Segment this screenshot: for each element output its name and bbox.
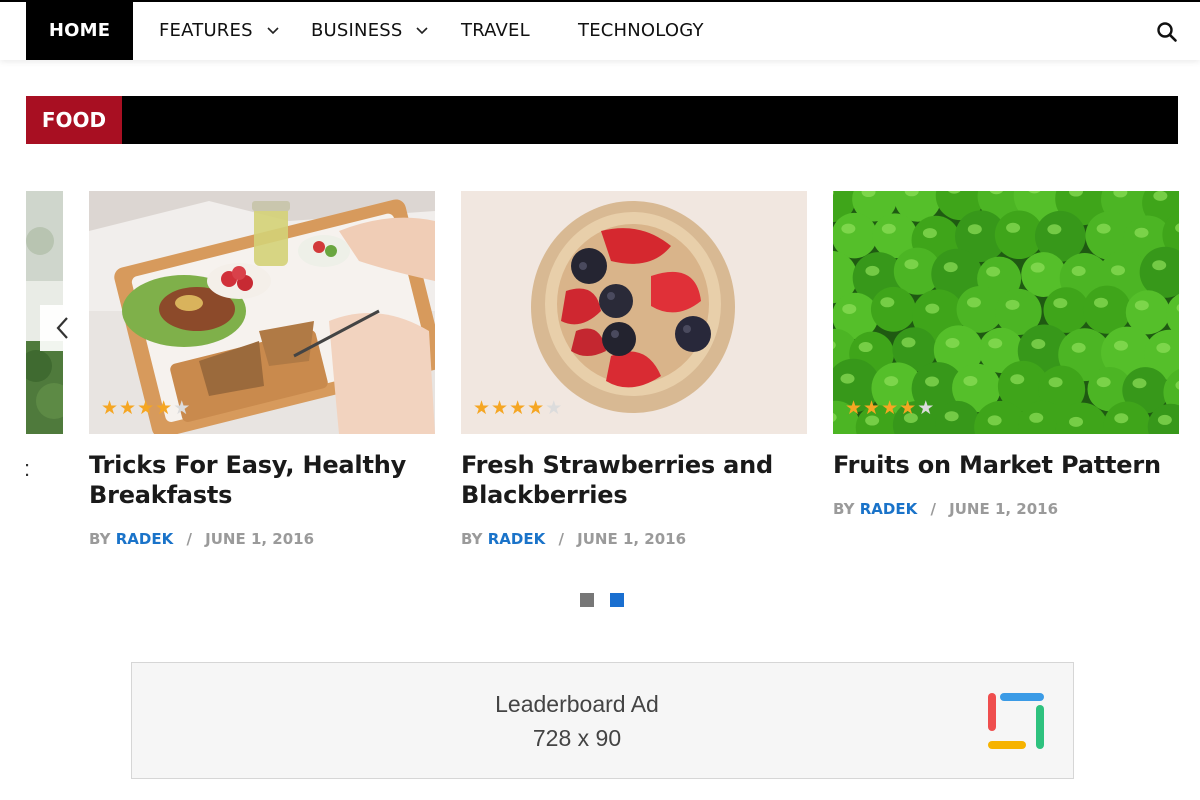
article-meta: BY RADEK / JUNE 1, 2016 (461, 530, 807, 548)
article-thumbnail[interactable]: ★★★★★ (833, 191, 1179, 434)
author-link[interactable]: RADEK (860, 500, 917, 518)
nav-item-label: TRAVEL (461, 20, 530, 41)
nav-item-technology[interactable]: TECHNOLOGY (578, 2, 704, 60)
chevron-down-icon (267, 27, 279, 35)
nav-item-label: FEATURES (159, 20, 253, 41)
star-icon: ★ (473, 398, 492, 419)
byline-prefix: BY (89, 530, 111, 548)
star-icon: ★ (845, 398, 864, 419)
star-icon: ★ (173, 398, 192, 419)
carousel-dot-1[interactable] (580, 593, 594, 607)
rating-stars: ★★★★★ (473, 397, 563, 420)
star-icon: ★ (863, 398, 882, 419)
nav-item-label: HOME (48, 20, 111, 41)
star-icon: ★ (101, 398, 120, 419)
star-icon: ★ (899, 398, 918, 419)
ad-logo-icon (988, 693, 1044, 749)
star-icon: ★ (137, 398, 156, 419)
partial-card-title: : (24, 456, 31, 481)
rating-stars: ★★★★★ (845, 397, 935, 420)
byline-prefix: BY (461, 530, 483, 548)
main-navigation: HOME FEATURES BUSINESS TRAVEL TECHNOLOGY (0, 0, 1200, 60)
search-icon[interactable] (1156, 21, 1178, 43)
star-icon: ★ (509, 398, 528, 419)
nav-item-features[interactable]: FEATURES (159, 2, 279, 60)
article-title[interactable]: Tricks For Easy, Healthy Breakfasts (89, 450, 435, 510)
post-date: JUNE 1, 2016 (205, 530, 315, 548)
article-thumbnail[interactable]: ★★★★★ (89, 191, 435, 434)
star-icon: ★ (881, 398, 900, 419)
star-icon: ★ (491, 398, 510, 419)
section-label[interactable]: FOOD (26, 96, 122, 144)
star-icon: ★ (545, 398, 564, 419)
star-icon: ★ (119, 398, 138, 419)
author-link[interactable]: RADEK (116, 530, 173, 548)
article-card: ★★★★★ Fruits on Market Pattern BY RADEK … (833, 191, 1179, 518)
carousel-dot-2[interactable] (610, 593, 624, 607)
nav-item-label: BUSINESS (311, 20, 403, 41)
nav-item-label: TECHNOLOGY (578, 20, 704, 41)
chevron-left-icon (56, 317, 68, 339)
meta-separator: / (558, 530, 564, 548)
post-date: JUNE 1, 2016 (949, 500, 1059, 518)
star-icon: ★ (527, 398, 546, 419)
meta-separator: / (930, 500, 936, 518)
carousel-prev-button[interactable] (40, 305, 84, 351)
nav-item-home[interactable]: HOME (26, 2, 133, 60)
article-title[interactable]: Fresh Strawberries and Blackberries (461, 450, 807, 510)
ad-title: Leaderboard Ad (495, 691, 659, 717)
ad-size: 728 x 90 (532, 725, 622, 751)
nav-item-business[interactable]: BUSINESS (311, 2, 429, 60)
byline-prefix: BY (833, 500, 855, 518)
article-meta: BY RADEK / JUNE 1, 2016 (833, 500, 1179, 518)
star-icon: ★ (917, 398, 936, 419)
article-meta: BY RADEK / JUNE 1, 2016 (89, 530, 435, 548)
article-title[interactable]: Fruits on Market Pattern (833, 450, 1179, 480)
nav-item-travel[interactable]: TRAVEL (461, 2, 530, 60)
section-header-bar: FOOD (26, 96, 1178, 144)
rating-stars: ★★★★★ (101, 397, 191, 420)
star-icon: ★ (155, 398, 174, 419)
author-link[interactable]: RADEK (488, 530, 545, 548)
leaderboard-ad[interactable]: Leaderboard Ad 728 x 90 (131, 662, 1074, 779)
post-date: JUNE 1, 2016 (577, 530, 687, 548)
chevron-down-icon (416, 27, 429, 35)
meta-separator: / (186, 530, 192, 548)
article-card: ★★★★★ Tricks For Easy, Healthy Breakfast… (89, 191, 435, 548)
article-card: ★★★★★ Fresh Strawberries and Blackberrie… (461, 191, 807, 548)
article-thumbnail[interactable]: ★★★★★ (461, 191, 807, 434)
